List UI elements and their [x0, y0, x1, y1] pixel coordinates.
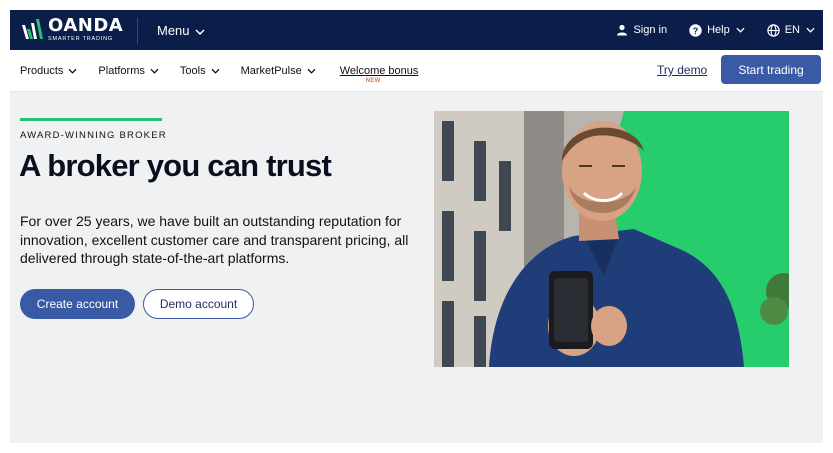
- hero-image: [434, 111, 789, 367]
- question-circle-icon: ?: [689, 23, 702, 37]
- nav-item-label: Tools: [179, 65, 206, 77]
- sign-in-link[interactable]: Sign in: [616, 24, 667, 36]
- hero-description: For over 25 years, we have built an outs…: [20, 213, 409, 266]
- globe-icon: [767, 23, 780, 37]
- nav-item-label: MarketPulse: [240, 65, 302, 77]
- logo-text: OANDA SMARTER TRADING: [48, 17, 123, 43]
- demo-account-button[interactable]: Demo account: [143, 289, 254, 319]
- chevron-down-icon: [150, 65, 159, 77]
- hero-eyebrow: AWARD-WINNING BROKER: [20, 130, 167, 141]
- hero-section: AWARD-WINNING BROKER A broker you can tr…: [10, 92, 823, 443]
- accent-divider: [20, 118, 162, 121]
- chevron-down-icon: [211, 65, 220, 77]
- nav-item-label: Platforms: [98, 65, 145, 77]
- brand-name: OANDA: [48, 15, 124, 37]
- top-bar: OANDA SMARTER TRADING Menu Sign in ? Hel…: [10, 10, 823, 50]
- language-label: EN: [784, 24, 800, 36]
- welcome-bonus-link[interactable]: Welcome bonus NEW: [339, 65, 419, 84]
- brand-tagline: SMARTER TRADING: [48, 36, 113, 43]
- topbar-actions: Sign in ? Help EN: [594, 10, 815, 50]
- chevron-down-icon: [195, 23, 205, 38]
- topbar-divider: [137, 18, 138, 44]
- sign-in-label: Sign in: [633, 24, 668, 36]
- nav-item-products[interactable]: Products: [20, 65, 77, 77]
- chevron-down-icon: [307, 65, 316, 77]
- user-icon: [616, 24, 628, 36]
- create-account-button[interactable]: Create account: [20, 289, 135, 319]
- chevron-down-icon: [68, 65, 77, 77]
- hero-headline: A broker you can trust: [19, 148, 332, 183]
- chevron-down-icon: [736, 24, 745, 36]
- nav-item-marketpulse[interactable]: MarketPulse: [241, 65, 316, 77]
- start-trading-button[interactable]: Start trading: [721, 55, 821, 84]
- nav-item-tools[interactable]: Tools: [180, 65, 220, 77]
- logo[interactable]: OANDA SMARTER TRADING: [20, 15, 123, 45]
- oanda-logo-icon: [20, 17, 44, 43]
- nav-items: Products Platforms Tools MarketPulse Wel…: [20, 50, 418, 92]
- chevron-down-icon: [806, 24, 815, 36]
- try-demo-link[interactable]: Try demo: [657, 63, 707, 77]
- new-badge: NEW: [365, 78, 381, 84]
- nav-item-label: Products: [20, 65, 64, 77]
- menu-label: Menu: [157, 22, 190, 38]
- welcome-bonus-label: Welcome bonus: [339, 65, 419, 77]
- secondary-nav: Products Platforms Tools MarketPulse Wel…: [10, 50, 823, 92]
- help-label: Help: [707, 24, 730, 36]
- menu-button[interactable]: Menu: [157, 20, 205, 40]
- svg-text:?: ?: [693, 25, 699, 35]
- language-selector[interactable]: EN: [767, 23, 815, 37]
- nav-item-platforms[interactable]: Platforms: [98, 65, 159, 77]
- page: OANDA SMARTER TRADING Menu Sign in ? Hel…: [0, 0, 833, 453]
- help-menu[interactable]: ? Help: [689, 23, 745, 37]
